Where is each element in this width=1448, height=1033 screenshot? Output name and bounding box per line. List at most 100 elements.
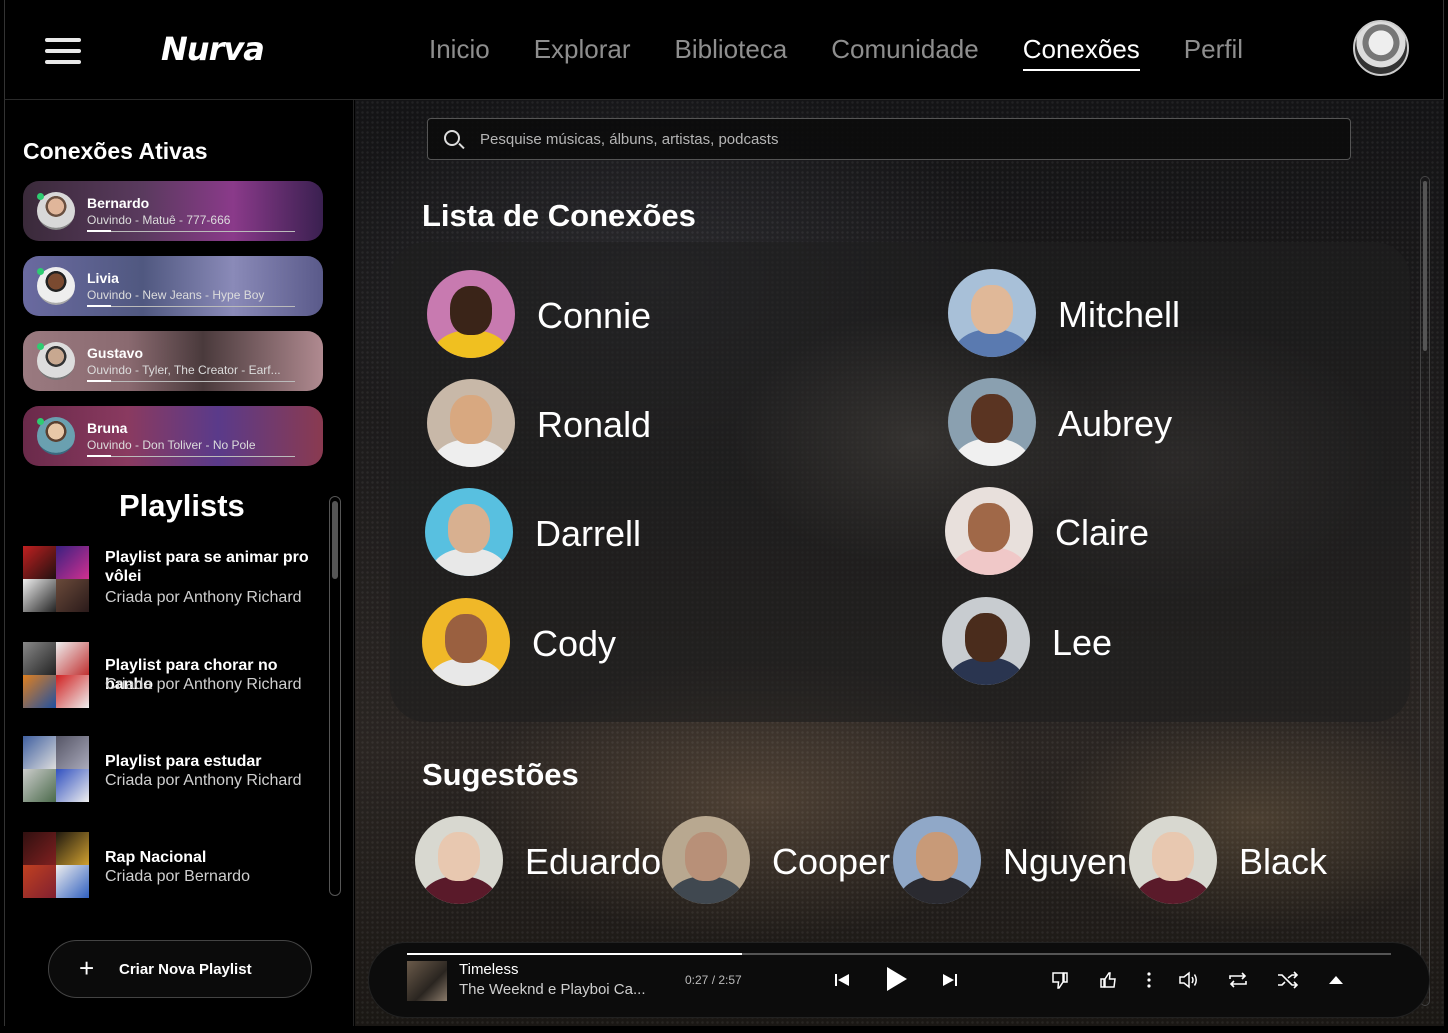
connection-name: Bruna — [87, 420, 128, 436]
connection-name: Lee — [1052, 622, 1113, 663]
playlist-author: Criada por Anthony Richard — [105, 676, 302, 693]
online-indicator — [37, 343, 44, 350]
track-artist[interactable]: The Weeknd e Playboi Ca... — [459, 981, 646, 998]
nav-perfil[interactable]: Perfil — [1184, 34, 1243, 71]
playlist-item[interactable]: Rap Nacional Criada por Bernardo — [23, 832, 323, 902]
suggestion-name: Nguyen — [1003, 841, 1128, 882]
main-nav: Inicio Explorar Biblioteca Comunidade Co… — [429, 34, 1287, 71]
active-connection-gustavo[interactable]: Gustavo Ouvindo - Tyler, The Creator - E… — [23, 331, 323, 391]
playlist-cover — [23, 642, 89, 708]
search-bar[interactable] — [427, 118, 1351, 160]
like-icon[interactable] — [1093, 965, 1123, 995]
avatar — [945, 487, 1033, 575]
avatar — [427, 379, 515, 467]
playlist-author: Criada por Bernardo — [105, 868, 250, 885]
playback-progress[interactable] — [407, 953, 1391, 955]
music-player: Timeless The Weeknd e Playboi Ca... 0:27… — [368, 942, 1430, 1018]
connection-status: Ouvindo - Tyler, The Creator - Earf... — [87, 363, 281, 377]
connection-name: Ronald — [537, 404, 652, 445]
playlist-author: Criada por Anthony Richard — [105, 772, 302, 789]
playlist-name: Playlist para se animar pro vôlei — [105, 549, 309, 585]
nav-comunidade[interactable]: Comunidade — [831, 34, 978, 71]
listening-progress — [87, 305, 295, 307]
sidebar: Conexões Ativas Bernardo Ouvindo - Matuê… — [4, 100, 354, 1026]
avatar — [893, 816, 981, 904]
playlist-item[interactable]: Playlist para se animar pro vôlei Criada… — [23, 546, 323, 616]
playlist-item[interactable]: Playlist para estudar Criada por Anthony… — [23, 736, 323, 806]
progress-fill — [407, 953, 742, 955]
connection-name: Aubrey — [1058, 403, 1173, 444]
playlist-cover — [23, 546, 89, 612]
playlists-title: Playlists — [119, 488, 245, 523]
avatar — [662, 816, 750, 904]
search-input[interactable] — [480, 127, 1320, 151]
top-header: Nurva Inicio Explorar Biblioteca Comunid… — [4, 0, 1444, 100]
connection-name: Livia — [87, 270, 119, 286]
playlist-cover — [23, 736, 89, 802]
playlists-scrollbar[interactable] — [329, 496, 341, 896]
avatar — [422, 598, 510, 686]
play-icon[interactable] — [879, 961, 915, 997]
listening-progress — [87, 380, 295, 382]
main-content: Lista de Conexões Connie Mitchell Ronald… — [355, 100, 1444, 1026]
avatar — [942, 597, 1030, 685]
nav-inicio[interactable]: Inicio — [429, 34, 490, 71]
plus-icon: + — [79, 953, 95, 983]
suggestion-name: Cooper — [772, 841, 891, 882]
connections-title: Lista de Conexões — [422, 198, 696, 233]
expand-player-icon[interactable] — [1321, 965, 1351, 995]
listening-progress — [87, 455, 295, 457]
active-connection-bernardo[interactable]: Bernardo Ouvindo - Matuê - 777-666 — [23, 181, 323, 241]
playlist-name: Rap Nacional — [105, 849, 207, 866]
track-cover[interactable] — [407, 961, 447, 1001]
track-time: 0:27 / 2:57 — [685, 973, 742, 987]
online-indicator — [37, 193, 44, 200]
shuffle-icon[interactable] — [1273, 965, 1303, 995]
create-playlist-button[interactable]: + Criar Nova Playlist — [48, 940, 312, 998]
logo[interactable]: Nurva — [161, 30, 265, 68]
previous-icon[interactable] — [827, 965, 857, 995]
connection-status: Ouvindo - New Jeans - Hype Boy — [87, 288, 265, 302]
volume-icon[interactable] — [1174, 965, 1204, 995]
suggestion-name: Eduardo — [525, 841, 662, 882]
connection-name: Claire — [1055, 512, 1150, 553]
avatar — [427, 270, 515, 358]
avatar — [948, 269, 1036, 357]
avatar — [425, 488, 513, 576]
nav-explorar[interactable]: Explorar — [534, 34, 631, 71]
nav-biblioteca[interactable]: Biblioteca — [675, 34, 788, 71]
avatar — [415, 816, 503, 904]
menu-icon[interactable] — [45, 38, 81, 64]
create-playlist-label: Criar Nova Playlist — [119, 961, 252, 978]
online-indicator — [37, 418, 44, 425]
suggestions-title: Sugestões — [422, 757, 579, 792]
active-connection-bruna[interactable]: Bruna Ouvindo - Don Toliver - No Pole — [23, 406, 323, 466]
active-connections-title: Conexões Ativas — [23, 138, 208, 164]
track-title[interactable]: Timeless — [459, 961, 518, 978]
connection-name: Gustavo — [87, 345, 144, 361]
connection-name: Connie — [537, 295, 652, 336]
playlist-name: Playlist para estudar — [105, 753, 262, 770]
repeat-icon[interactable] — [1223, 965, 1253, 995]
suggestion-name: Black — [1239, 841, 1328, 882]
nav-conexoes[interactable]: Conexões — [1022, 34, 1140, 71]
search-icon — [444, 130, 460, 146]
connection-name: Bernardo — [87, 195, 150, 211]
connection-name: Darrell — [535, 513, 642, 554]
user-avatar[interactable] — [1353, 20, 1409, 76]
more-options-icon[interactable] — [1134, 965, 1164, 995]
avatar — [1129, 816, 1217, 904]
playlist-item[interactable]: Playlist para chorar no banho Criada por… — [23, 642, 323, 712]
playlist-cover — [23, 832, 89, 898]
active-connection-livia[interactable]: Livia Ouvindo - New Jeans - Hype Boy — [23, 256, 323, 316]
next-icon[interactable] — [935, 965, 965, 995]
connection-name: Mitchell — [1058, 294, 1181, 335]
online-indicator — [37, 268, 44, 275]
connection-name: Cody — [532, 623, 617, 664]
connection-status: Ouvindo - Don Toliver - No Pole — [87, 438, 256, 452]
playlist-author: Criada por Anthony Richard — [105, 589, 302, 606]
main-scrollbar[interactable] — [1420, 176, 1430, 1006]
dislike-icon[interactable] — [1045, 965, 1075, 995]
avatar — [948, 378, 1036, 466]
connection-status: Ouvindo - Matuê - 777-666 — [87, 213, 231, 227]
